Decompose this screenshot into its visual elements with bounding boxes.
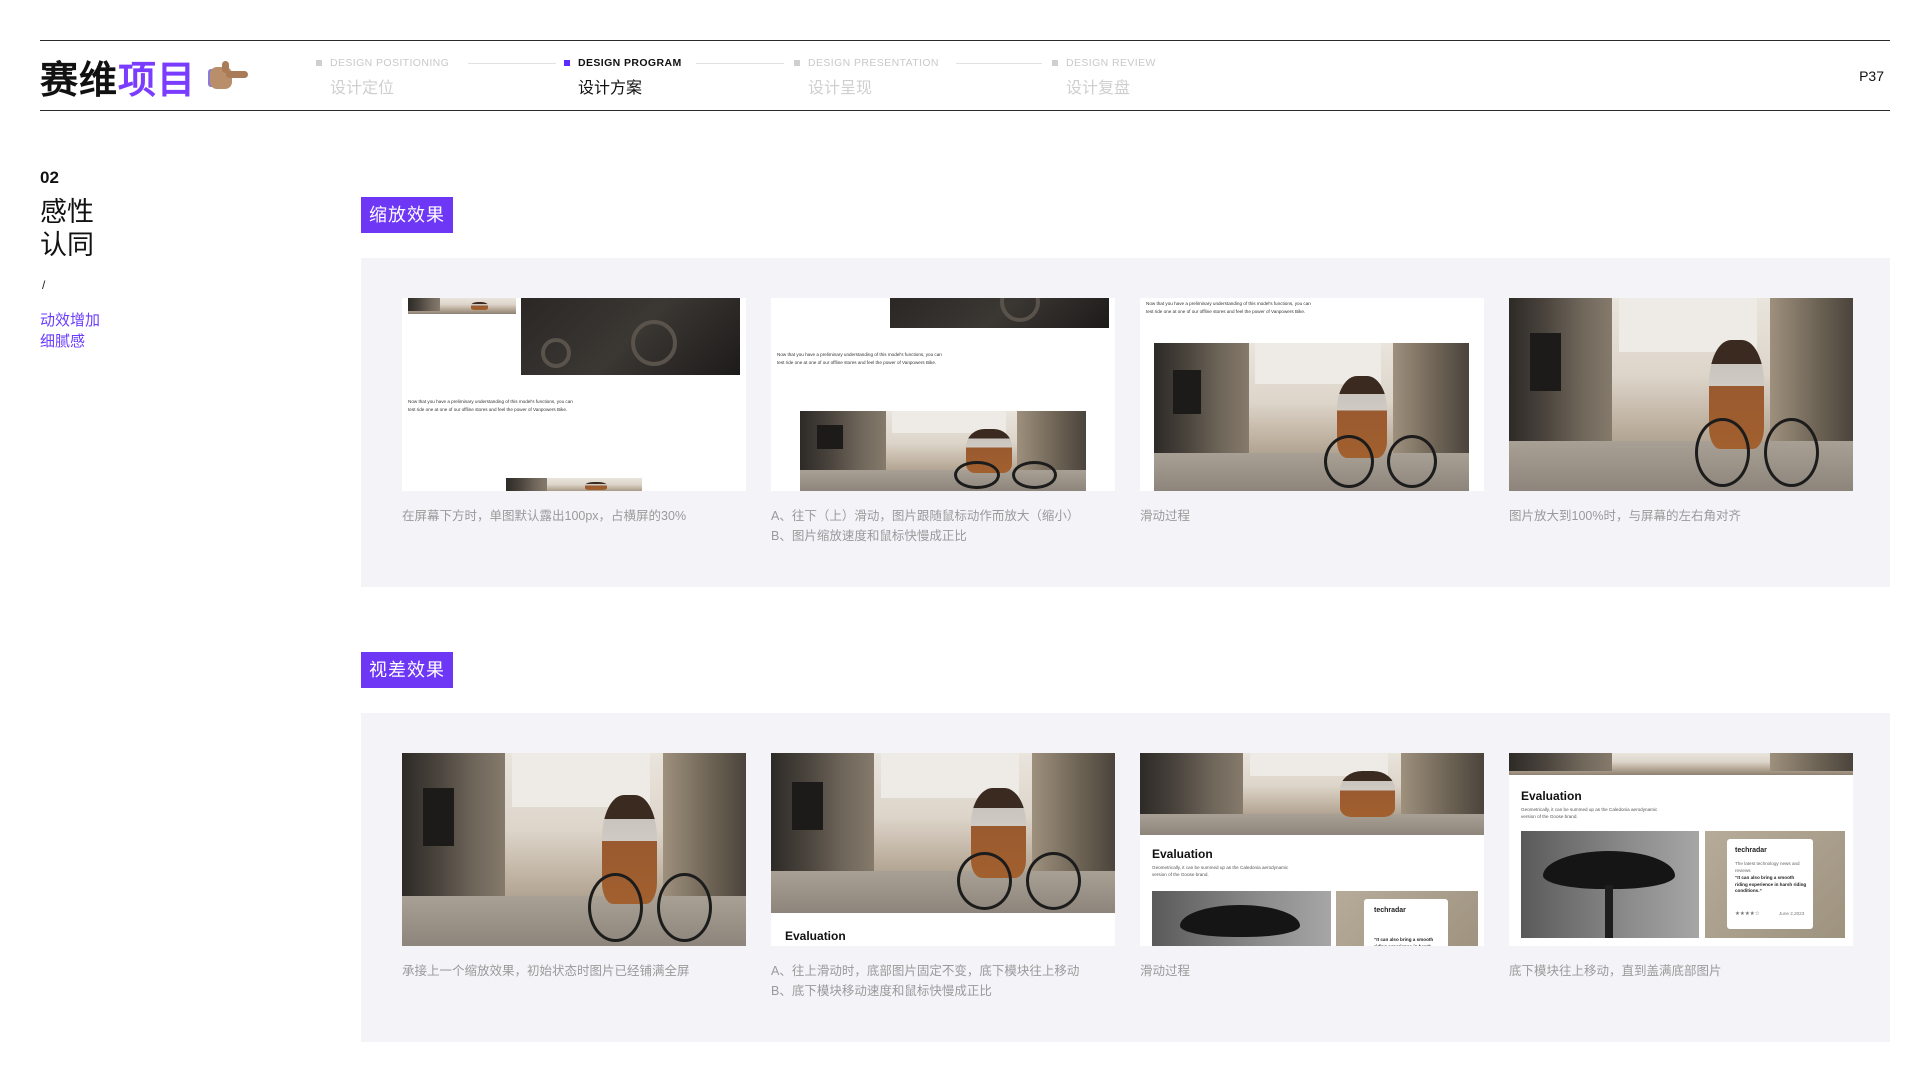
- review-card: techradar The latest technology news and…: [1705, 831, 1845, 938]
- zoom-frame-2: Now that you have a preliminary understa…: [771, 298, 1115, 491]
- evaluation-subtext: Geometrically, it can be summed up as th…: [1152, 865, 1289, 877]
- brand-dark-text: 赛维: [40, 57, 119, 102]
- parallax-frame-4: Evaluation Geometrically, it can be summ…: [1509, 753, 1853, 946]
- street-photo-strip: [1509, 753, 1853, 775]
- caption-line: 在屏幕下方时，单图默认露出100px，占横屏的30%: [402, 509, 687, 523]
- caption-line: B、底下模块移动速度和鼠标快慢成正比: [771, 984, 992, 998]
- section-note-line: 细腻感: [40, 333, 86, 350]
- step-zh-label: 设计呈现: [808, 80, 873, 97]
- street-photo: [1140, 753, 1484, 835]
- step-positioning[interactable]: DESIGN POSITIONING 设计定位: [316, 56, 449, 98]
- saddle-image: [1152, 891, 1331, 946]
- header-top-rule: [40, 40, 1890, 41]
- mock-body-text: Now that you have a preliminary understa…: [1146, 301, 1311, 314]
- bike-closeup-image: [890, 298, 1109, 328]
- street-photo: [1154, 343, 1469, 491]
- caption-line: 承接上一个缩放效果，初始状态时图片已经铺满全屏: [402, 964, 690, 978]
- zoom-effect-tag: 缩放效果: [361, 197, 453, 233]
- evaluation-heading: Evaluation: [785, 929, 846, 943]
- caption-line: 图片放大到100%时，与屏幕的左右角对齐: [1509, 509, 1741, 523]
- step-presentation[interactable]: DESIGN PRESENTATION 设计呈现: [794, 56, 939, 98]
- parallax-caption-1: 承接上一个缩放效果，初始状态时图片已经铺满全屏: [402, 961, 762, 981]
- section-title: 感性 认同: [40, 196, 94, 262]
- step-en-label: DESIGN REVIEW: [1066, 57, 1156, 69]
- parallax-frame-1: [402, 753, 746, 946]
- brand-logo: 赛维 项目: [40, 48, 250, 104]
- caption-line: 滑动过程: [1140, 509, 1191, 523]
- step-zh-label: 设计复盘: [1066, 80, 1131, 97]
- step-connector: [468, 63, 556, 64]
- step-square-icon: [1052, 60, 1058, 66]
- step-en-label: DESIGN PROGRAM: [578, 57, 682, 69]
- caption-line: A、往下（上）滑动，图片跟随鼠标动作而放大（缩小）: [771, 509, 1080, 523]
- street-photo: [1509, 298, 1853, 491]
- caption-line: A、往上滑动时，底部图片固定不变，底下模块往上移动: [771, 964, 1080, 978]
- review-date: June 2,2023: [1779, 911, 1805, 916]
- section-title-line: 感性: [40, 197, 94, 228]
- mock-body-text: Now that you have a preliminary understa…: [777, 352, 942, 365]
- mock-body-text: Now that you have a preliminary understa…: [408, 399, 573, 412]
- step-en-label: DESIGN POSITIONING: [330, 57, 450, 69]
- parallax-caption-3: 滑动过程: [1140, 961, 1500, 981]
- zoom-caption-1: 在屏幕下方时，单图默认露出100px，占横屏的30%: [402, 506, 762, 526]
- parallax-effect-panel: Evaluation Evaluation Geometrically, it …: [361, 713, 1890, 1042]
- review-brand: techradar: [1374, 907, 1406, 914]
- step-program[interactable]: DESIGN PROGRAM 设计方案: [564, 56, 682, 98]
- header-bottom-rule: [40, 110, 1890, 111]
- street-photo: [771, 753, 1115, 913]
- review-quote: “It can also bring a smooth riding exper…: [1374, 937, 1434, 946]
- section-note: 动效增加 细腻感: [40, 310, 100, 352]
- step-review[interactable]: DESIGN REVIEW 设计复盘: [1052, 56, 1156, 98]
- review-card: techradar “It can also bring a smooth ri…: [1336, 891, 1478, 946]
- section-number: 02: [40, 168, 59, 187]
- review-stars: ★★★★☆: [1735, 911, 1760, 917]
- parallax-caption-4: 底下模块往上移动，直到盖满底部图片: [1509, 961, 1869, 981]
- zoom-caption-3: 滑动过程: [1140, 506, 1500, 526]
- street-photo-thumbnail: [408, 298, 516, 314]
- evaluation-heading: Evaluation: [1152, 847, 1213, 861]
- parallax-frame-3: Evaluation Geometrically, it can be summ…: [1140, 753, 1484, 946]
- evaluation-heading: Evaluation: [1521, 789, 1582, 803]
- bike-closeup-image: [521, 298, 740, 375]
- pointing-hand-icon: [208, 59, 250, 93]
- step-connector: [956, 63, 1042, 64]
- street-photo-thumbnail: [506, 478, 642, 491]
- review-small-text: The latest technology news and reviews: [1735, 861, 1800, 873]
- street-photo: [402, 753, 746, 946]
- caption-line: 底下模块往上移动，直到盖满底部图片: [1509, 964, 1722, 978]
- street-photo: [800, 411, 1086, 491]
- step-zh-label: 设计定位: [330, 80, 395, 97]
- step-square-icon: [564, 60, 570, 66]
- progress-steps: DESIGN POSITIONING 设计定位 DESIGN PROGRAM 设…: [316, 56, 1216, 100]
- step-en-label: DESIGN PRESENTATION: [808, 57, 939, 69]
- zoom-frame-4: [1509, 298, 1853, 491]
- saddle-image: [1521, 831, 1699, 938]
- parallax-effect-tag: 视差效果: [361, 652, 453, 688]
- section-note-line: 动效增加: [40, 312, 101, 329]
- section-title-line: 认同: [40, 230, 94, 261]
- zoom-effect-panel: Now that you have a preliminary understa…: [361, 258, 1890, 587]
- step-square-icon: [316, 60, 322, 66]
- caption-line: B、图片缩放速度和鼠标快慢成正比: [771, 529, 967, 543]
- step-square-icon: [794, 60, 800, 66]
- step-connector: [696, 63, 784, 64]
- review-quote: “It can also bring a smooth riding exper…: [1735, 875, 1807, 893]
- zoom-caption-2: A、往下（上）滑动，图片跟随鼠标动作而放大（缩小） B、图片缩放速度和鼠标快慢成…: [771, 506, 1131, 546]
- review-brand: techradar: [1735, 847, 1767, 854]
- caption-line: 滑动过程: [1140, 964, 1191, 978]
- zoom-caption-4: 图片放大到100%时，与屏幕的左右角对齐: [1509, 506, 1869, 526]
- zoom-frame-3: Now that you have a preliminary understa…: [1140, 298, 1484, 491]
- parallax-frame-2: Evaluation: [771, 753, 1115, 946]
- brand-accent-text: 项目: [118, 57, 197, 102]
- parallax-caption-2: A、往上滑动时，底部图片固定不变，底下模块往上移动 B、底下模块移动速度和鼠标快…: [771, 961, 1131, 1001]
- slide-page: 赛维 项目 DESIGN POSITIONING 设计定位 DESIGN PRO…: [0, 0, 1920, 1080]
- zoom-frame-1: Now that you have a preliminary understa…: [402, 298, 746, 491]
- page-number: P37: [1859, 68, 1884, 84]
- section-divider: /: [42, 278, 46, 292]
- evaluation-subtext: Geometrically, it can be summed up as th…: [1521, 807, 1658, 819]
- step-zh-label: 设计方案: [578, 80, 643, 97]
